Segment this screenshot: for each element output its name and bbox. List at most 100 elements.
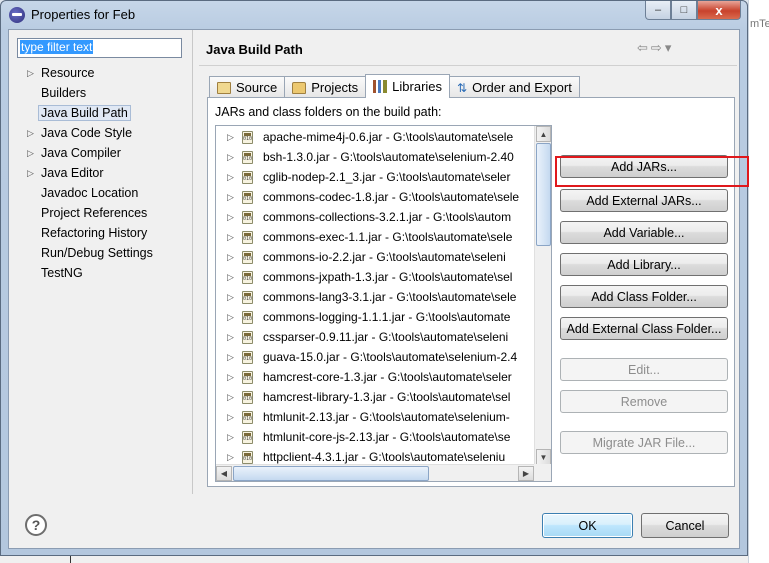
- expand-arrow-icon[interactable]: ▷: [27, 163, 34, 183]
- horizontal-scrollbar[interactable]: ◀ ▶: [216, 464, 534, 481]
- vertical-scrollbar[interactable]: ▲ ▼: [534, 126, 551, 465]
- maximize-button[interactable]: □: [671, 1, 697, 20]
- tree-item-java-build-path[interactable]: Java Build Path: [17, 103, 192, 123]
- tree-item-java-code-style[interactable]: ▷ Java Code Style: [17, 123, 192, 143]
- back-arrow-icon[interactable]: ⇦: [637, 40, 651, 55]
- remove-button[interactable]: Remove: [560, 390, 728, 413]
- tab-source[interactable]: Source: [209, 76, 286, 98]
- expand-arrow-icon[interactable]: ▷: [227, 187, 234, 207]
- jar-file-icon: [242, 251, 253, 264]
- expand-arrow-icon[interactable]: ▷: [27, 143, 34, 163]
- page-navigation: ⇦⇨▾: [637, 40, 674, 56]
- expand-arrow-icon[interactable]: ▷: [227, 207, 234, 227]
- background-app: [748, 0, 769, 563]
- expand-arrow-icon[interactable]: ▷: [227, 307, 234, 327]
- expand-arrow-icon[interactable]: ▷: [227, 167, 234, 187]
- expand-arrow-icon[interactable]: ▷: [227, 327, 234, 347]
- cancel-button[interactable]: Cancel: [641, 513, 729, 538]
- library-icon: [373, 80, 388, 93]
- jar-list-item[interactable]: ▷ commons-exec-1.1.jar - G:\tools\automat…: [216, 227, 536, 247]
- add-class-folder-button[interactable]: Add Class Folder...: [560, 285, 728, 308]
- tree-item-run-debug-settings[interactable]: Run/Debug Settings: [17, 243, 192, 263]
- tree-item-javadoc-location[interactable]: Javadoc Location: [17, 183, 192, 203]
- splitter[interactable]: [192, 30, 193, 494]
- expand-arrow-icon[interactable]: ▷: [227, 287, 234, 307]
- close-button[interactable]: x: [697, 1, 741, 20]
- eclipse-icon: [9, 7, 25, 23]
- expand-arrow-icon[interactable]: ▷: [227, 127, 234, 147]
- expand-arrow-icon[interactable]: ▷: [227, 347, 234, 367]
- jar-list-item[interactable]: ▷ cglib-nodep-2.1_3.jar - G:\tools\automa…: [216, 167, 536, 187]
- add-variable-button[interactable]: Add Variable...: [560, 221, 728, 244]
- jar-list-item[interactable]: ▷ commons-lang3-3.1.jar - G:\tools\automa…: [216, 287, 536, 307]
- ok-button[interactable]: OK: [542, 513, 633, 538]
- expand-arrow-icon[interactable]: ▷: [227, 267, 234, 287]
- scroll-up-icon[interactable]: ▲: [536, 126, 551, 142]
- jar-list-item[interactable]: ▷ htmlunit-core-js-2.13.jar - G:\tools\au…: [216, 427, 536, 447]
- add-external-class-folder-button[interactable]: Add External Class Folder...: [560, 317, 728, 340]
- jar-list-item[interactable]: ▷ hamcrest-library-1.3.jar - G:\tools\aut…: [216, 387, 536, 407]
- add-external-jars-button[interactable]: Add External JARs...: [560, 189, 728, 212]
- tab-libraries[interactable]: Libraries: [365, 74, 451, 98]
- jar-list-item[interactable]: ▷ bsh-1.3.0.jar - G:\tools\automate\selen…: [216, 147, 536, 167]
- jar-list-item[interactable]: ▷ commons-codec-1.8.jar - G:\tools\automa…: [216, 187, 536, 207]
- expand-arrow-icon[interactable]: ▷: [227, 427, 234, 447]
- tree-item-java-compiler[interactable]: ▷ Java Compiler: [17, 143, 192, 163]
- jar-label: hamcrest-core-1.3.jar - G:\tools\automat…: [263, 370, 512, 384]
- horizontal-scroll-thumb[interactable]: [233, 466, 429, 481]
- jar-list-item[interactable]: ▷ guava-15.0.jar - G:\tools\automate\sele…: [216, 347, 536, 367]
- filter-input[interactable]: type filter text: [17, 38, 182, 58]
- dialog-body: type filter text ▷ Resource Builders Java…: [8, 29, 740, 549]
- jar-label: hamcrest-library-1.3.jar - G:\tools\auto…: [263, 390, 511, 404]
- jar-label: httpclient-4.3.1.jar - G:\tools\automate…: [263, 450, 506, 464]
- properties-dialog: Properties for Feb – □ x type filter tex…: [0, 0, 748, 556]
- property-tree: ▷ Resource Builders Java Build Path ▷ Java…: [17, 63, 192, 283]
- jar-list-item[interactable]: ▷ cssparser-0.9.11.jar - G:\tools\automat…: [216, 327, 536, 347]
- jar-list-item[interactable]: ▷ htmlunit-2.13.jar - G:\tools\automate\s…: [216, 407, 536, 427]
- jar-list-item[interactable]: ▷ commons-logging-1.1.1.jar - G:\tools\au…: [216, 307, 536, 327]
- scroll-down-icon[interactable]: ▼: [536, 449, 551, 465]
- source-folder-icon: [217, 81, 231, 94]
- expand-arrow-icon[interactable]: ▷: [227, 387, 234, 407]
- title-separator: [199, 65, 737, 66]
- title-bar[interactable]: Properties for Feb – □ x: [1, 1, 747, 29]
- migrate-jar-button[interactable]: Migrate JAR File...: [560, 431, 728, 454]
- jar-list-item[interactable]: ▷ commons-io-2.2.jar - G:\tools\automate\…: [216, 247, 536, 267]
- tree-item-label: Java Build Path: [38, 105, 131, 121]
- tree-item-label: Project References: [41, 206, 148, 220]
- tree-item-label: Resource: [41, 66, 95, 80]
- jar-list-item[interactable]: ▷ commons-collections-3.2.1.jar - G:\tool…: [216, 207, 536, 227]
- tree-item-resource[interactable]: ▷ Resource: [17, 63, 192, 83]
- expand-arrow-icon[interactable]: ▷: [227, 367, 234, 387]
- tree-item-project-references[interactable]: Project References: [17, 203, 192, 223]
- filter-text: type filter text: [20, 40, 94, 54]
- tree-item-java-editor[interactable]: ▷ Java Editor: [17, 163, 192, 183]
- jar-list-item[interactable]: ▷ commons-jxpath-1.3.jar - G:\tools\autom…: [216, 267, 536, 287]
- vertical-scroll-thumb[interactable]: [536, 143, 551, 246]
- scroll-left-icon[interactable]: ◀: [216, 466, 232, 481]
- help-icon[interactable]: ?: [25, 514, 47, 536]
- view-menu-icon[interactable]: ▾: [665, 40, 675, 55]
- minimize-button[interactable]: –: [645, 1, 671, 20]
- tab-order-and-export[interactable]: ⇅ Order and Export: [449, 76, 580, 98]
- jar-list-item[interactable]: ▷ apache-mime4j-0.6.jar - G:\tools\automa…: [216, 127, 536, 147]
- tab-projects[interactable]: Projects: [284, 76, 367, 98]
- jar-list-item[interactable]: ▷ hamcrest-core-1.3.jar - G:\tools\automa…: [216, 367, 536, 387]
- forward-arrow-icon[interactable]: ⇨: [651, 40, 665, 55]
- tree-item-refactoring-history[interactable]: Refactoring History: [17, 223, 192, 243]
- expand-arrow-icon[interactable]: ▷: [227, 227, 234, 247]
- jar-file-icon: [242, 191, 253, 204]
- add-library-button[interactable]: Add Library...: [560, 253, 728, 276]
- scroll-right-icon[interactable]: ▶: [518, 466, 534, 481]
- expand-arrow-icon[interactable]: ▷: [227, 247, 234, 267]
- expand-arrow-icon[interactable]: ▷: [27, 123, 34, 143]
- tree-item-testng[interactable]: TestNG: [17, 263, 192, 283]
- expand-arrow-icon[interactable]: ▷: [227, 147, 234, 167]
- expand-arrow-icon[interactable]: ▷: [27, 63, 34, 83]
- jar-list[interactable]: ▷ apache-mime4j-0.6.jar - G:\tools\automa…: [215, 125, 552, 482]
- expand-arrow-icon[interactable]: ▷: [227, 407, 234, 427]
- tree-item-builders[interactable]: Builders: [17, 83, 192, 103]
- jar-label: cglib-nodep-2.1_3.jar - G:\tools\automat…: [263, 170, 511, 184]
- edit-button[interactable]: Edit...: [560, 358, 728, 381]
- tree-item-label: Refactoring History: [41, 226, 148, 240]
